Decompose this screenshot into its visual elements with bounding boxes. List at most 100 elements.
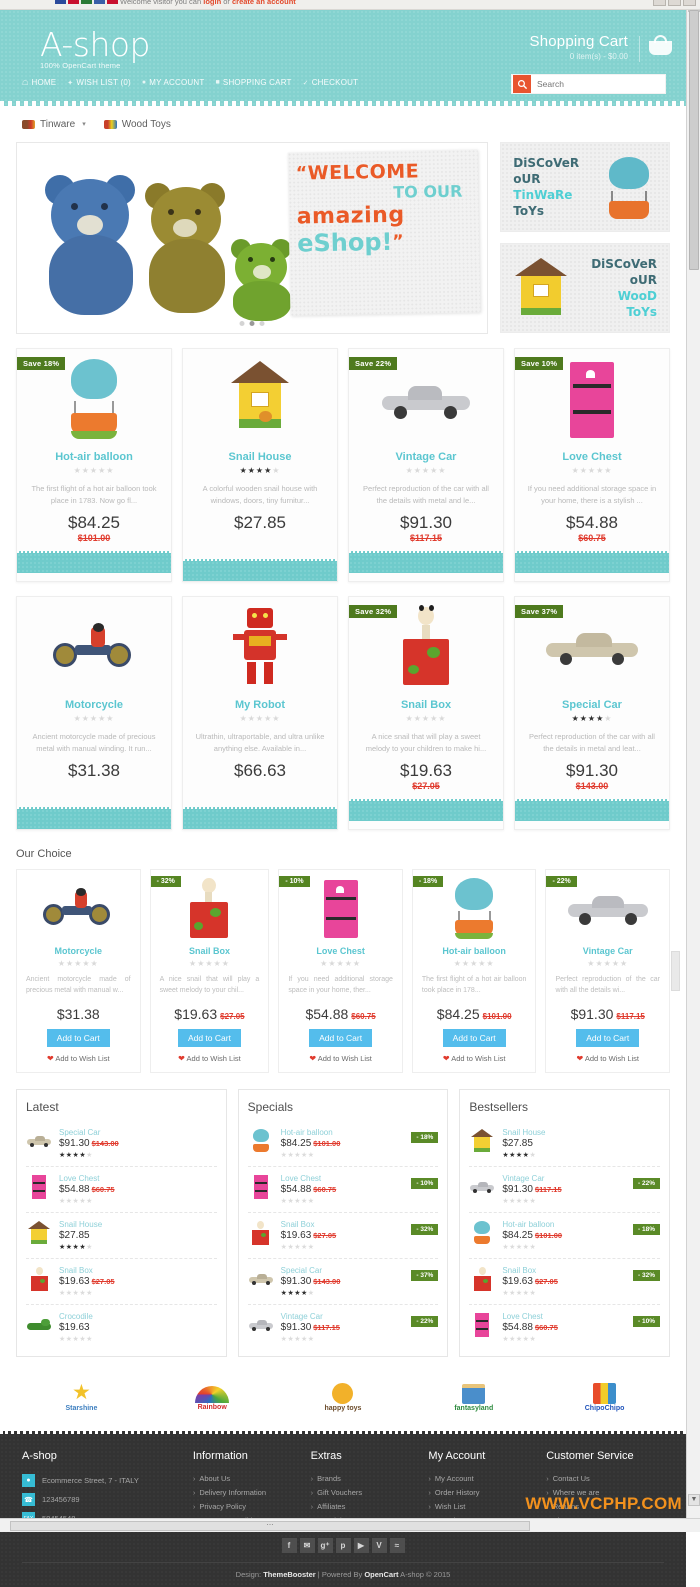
footer-link[interactable]: Privacy Policy (193, 1499, 311, 1513)
product-card[interactable]: Save 10% Love Chest ★★★★★ If you need ad… (514, 348, 670, 582)
vimeo-icon[interactable]: V (371, 1538, 387, 1553)
choice-card[interactable]: - 10% Love Chest ★★★★★ If you need addit… (278, 869, 403, 1073)
nav-item-my-account[interactable]: ● MY ACCOUNT (142, 78, 205, 87)
product-card[interactable]: Save 18% Hot-air balloon ★★★★★ The first… (16, 348, 172, 582)
list-item[interactable]: Hot-air balloon $84.25 $101.00 ★★★★★ - 18… (469, 1213, 661, 1259)
list-item-name[interactable]: Snail Box (59, 1266, 217, 1275)
footer-link[interactable]: About Us (193, 1471, 311, 1485)
carousel-next-arrow[interactable] (671, 951, 680, 991)
product-name[interactable]: Vintage Car (349, 451, 503, 463)
nav-item-checkout[interactable]: ✓ CHECKOUT (303, 78, 359, 87)
slider-dot-2[interactable] (249, 321, 255, 326)
language-flags[interactable] (55, 0, 118, 4)
search-input[interactable] (532, 79, 652, 89)
twitter-icon[interactable]: ✉ (299, 1538, 315, 1553)
rss-icon[interactable]: ≈ (389, 1538, 405, 1553)
add-to-cart-button[interactable]: Add to Cart (442, 1029, 506, 1047)
brand-fantasyland[interactable]: fantasyland (434, 1382, 514, 1412)
footer-link[interactable]: Gift Vouchers (311, 1485, 429, 1499)
choice-card[interactable]: - 22% Vintage Car ★★★★★ Perfect reproduc… (545, 869, 671, 1073)
list-item[interactable]: Snail House $27.85 ★★★★★ (26, 1213, 217, 1259)
list-item[interactable]: Snail House $27.85 ★★★★★ (469, 1121, 661, 1167)
footer-link[interactable]: Brands (311, 1471, 429, 1485)
slider-dot-3[interactable] (259, 321, 265, 326)
flag-it-icon[interactable] (81, 0, 92, 4)
hero-slider[interactable]: “WELCOME TO OUR amazing eShop!” (16, 142, 489, 334)
list-item[interactable]: Snail Box $19.63 $27.05 ★★★★★ - 32% (469, 1259, 661, 1305)
google-plus-icon[interactable]: g⁺ (317, 1538, 333, 1553)
choice-card[interactable]: Motorcycle ★★★★★ Ancient motorcycle made… (16, 869, 141, 1073)
list-item-name[interactable]: Crocodile (59, 1312, 217, 1321)
vertical-scrollbar-thumb[interactable] (689, 10, 699, 270)
flag-eu-icon[interactable] (94, 0, 105, 4)
slider-dot-1[interactable] (239, 321, 245, 326)
choice-name[interactable]: Snail Box (151, 946, 269, 956)
list-item[interactable]: Vintage Car $91.30 $117.15 ★★★★★ - 22% (469, 1167, 661, 1213)
close-button[interactable] (683, 0, 696, 6)
cart-summary[interactable]: Shopping Cart 0 item(s) - $0.00 (530, 33, 629, 61)
product-card[interactable]: Snail House ★★★★★ A colorful wooden snai… (182, 348, 338, 582)
add-to-cart-button[interactable]: Add to Cart (46, 1029, 110, 1047)
minimize-button[interactable] (653, 0, 666, 6)
footer-link[interactable]: Affiliates (311, 1499, 429, 1513)
search-bar[interactable] (511, 74, 666, 94)
list-item-name[interactable]: Special Car (59, 1128, 217, 1137)
add-to-cart-button[interactable]: Add to Cart (177, 1029, 241, 1047)
list-item-name[interactable]: Snail House (59, 1220, 217, 1229)
choice-name[interactable]: Love Chest (279, 946, 402, 956)
brand-chipochipo[interactable]: ChipoChipo (565, 1382, 645, 1412)
product-card[interactable]: My Robot ★★★★★ Ultrathin, ultraportable,… (182, 596, 338, 830)
product-card[interactable]: Save 37% Special Car ★★★★★ Perfect repro… (514, 596, 670, 830)
add-to-wishlist-link[interactable]: ❤ Add to Wish List (279, 1054, 402, 1063)
horizontal-scrollbar-thumb[interactable]: ⋯ (10, 1521, 530, 1531)
add-to-cart-button[interactable]: Add to Cart (309, 1029, 373, 1047)
search-button[interactable] (513, 75, 531, 93)
brand-starshine[interactable]: ★ Starshine (41, 1382, 121, 1413)
banner-wood-toys[interactable]: DiSCoVeR oUR WooD ToYs (500, 243, 670, 333)
add-to-wishlist-link[interactable]: ❤ Add to Wish List (17, 1054, 140, 1063)
list-item[interactable]: Crocodile $19.63 ★★★★★ (26, 1305, 217, 1350)
design-link[interactable]: ThemeBooster (263, 1570, 316, 1579)
add-to-wishlist-link[interactable]: ❤ Add to Wish List (413, 1054, 536, 1063)
chevron-down-icon[interactable]: ▾ (82, 120, 86, 128)
product-name[interactable]: Snail Box (349, 699, 503, 711)
login-link[interactable]: login (203, 0, 221, 6)
product-name[interactable]: Love Chest (515, 451, 669, 463)
list-item[interactable]: Love Chest $54.88 $60.75 ★★★★★ - 10% (469, 1305, 661, 1350)
choice-name[interactable]: Hot-air balloon (413, 946, 536, 956)
banner-tinware-toys[interactable]: DiSCoVeR oUR TinWaRe ToYs (500, 142, 670, 232)
site-logo[interactable]: A-shop 100% OpenCart theme (40, 27, 151, 71)
youtube-icon[interactable]: ▶ (353, 1538, 369, 1553)
choice-name[interactable]: Motorcycle (17, 946, 140, 956)
list-item[interactable]: Special Car $91.30 $143.00 ★★★★★ (26, 1121, 217, 1167)
facebook-icon[interactable]: f (281, 1538, 297, 1553)
list-item-name[interactable]: Snail House (502, 1128, 660, 1137)
vertical-scrollbar[interactable]: ▲ ▼ (686, 0, 700, 1532)
list-item[interactable]: Love Chest $54.88 $60.75 ★★★★★ - 10% (247, 1167, 439, 1213)
list-item[interactable]: Snail Box $19.63 $27.05 ★★★★★ - 32% (247, 1213, 439, 1259)
product-name[interactable]: Hot-air balloon (17, 451, 171, 463)
window-controls[interactable] (653, 0, 696, 6)
scroll-down-arrow[interactable]: ▼ (688, 1494, 700, 1506)
footer-link[interactable]: Delivery Information (193, 1485, 311, 1499)
basket-icon[interactable] (649, 35, 672, 55)
footer-link[interactable]: My Account (428, 1471, 546, 1485)
choice-card[interactable]: - 32% Snail Box ★★★★★ A nice snail that … (149, 869, 270, 1073)
list-item[interactable]: Special Car $91.30 $143.00 ★★★★★ - 37% (247, 1259, 439, 1305)
add-to-cart-button[interactable]: Add to Cart (576, 1029, 640, 1047)
nav-item-wishlist[interactable]: ✦ WISH LIST (0) (67, 78, 131, 87)
choice-name[interactable]: Vintage Car (546, 946, 669, 956)
horizontal-scrollbar[interactable]: ⋯ (0, 1518, 700, 1532)
list-item-name[interactable]: Love Chest (59, 1174, 217, 1183)
category-item-tinware[interactable]: Tinware ▾ (22, 119, 86, 130)
opencart-link[interactable]: OpenCart (364, 1570, 398, 1579)
maximize-button[interactable] (668, 0, 681, 6)
list-item[interactable]: Hot-air balloon $84.25 $101.00 ★★★★★ - 18… (247, 1121, 439, 1167)
list-item[interactable]: Snail Box $19.63 $27.05 ★★★★★ (26, 1259, 217, 1305)
product-name[interactable]: Motorcycle (17, 699, 171, 711)
slider-pagination[interactable] (239, 321, 265, 326)
flag-uk-icon[interactable] (55, 0, 66, 4)
category-item-wood-toys[interactable]: Wood Toys (103, 119, 171, 130)
flag-cn-icon[interactable] (68, 0, 79, 4)
flag-tr-icon[interactable] (107, 0, 118, 4)
